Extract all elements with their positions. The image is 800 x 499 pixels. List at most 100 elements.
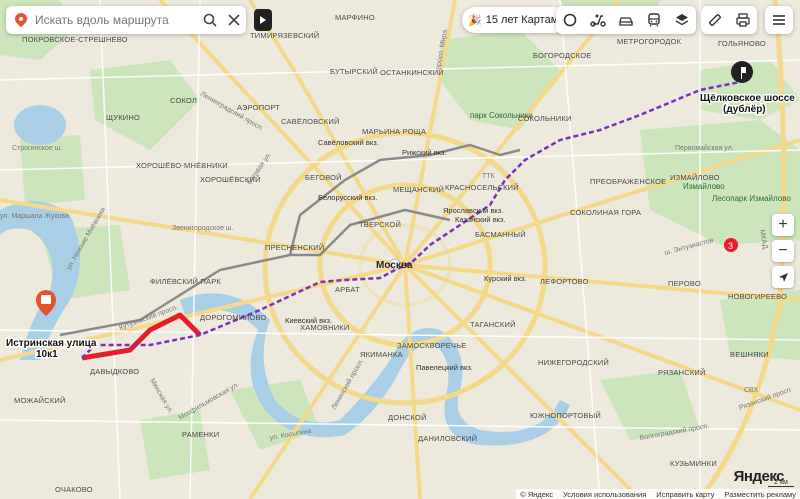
svg-text:ПОКРОВСКОЕ-СТРЕШНЕВО: ПОКРОВСКОЕ-СТРЕШНЕВО (22, 35, 128, 44)
svg-text:ДОНСКОЙ: ДОНСКОЙ (388, 413, 427, 422)
svg-text:Измайлово: Измайлово (683, 182, 725, 191)
tools-toolbar (701, 6, 757, 34)
svg-text:ГОЛЬЯНОВО: ГОЛЬЯНОВО (718, 39, 766, 48)
search-icon[interactable] (198, 8, 222, 32)
svg-text:РАМЕНКИ: РАМЕНКИ (182, 430, 219, 439)
end-marker[interactable] (731, 61, 753, 83)
svg-text:ДАВЫДКОВО: ДАВЫДКОВО (90, 367, 139, 376)
svg-text:СВХ: СВХ (744, 387, 758, 394)
map-canvas[interactable]: ПОКРОВСКОЕ-СТРЕШНЕВО ТИМИРЯЗЕВСКИЙ МАРФИ… (0, 0, 800, 499)
svg-text:ТАГАНСКИЙ: ТАГАНСКИЙ (470, 320, 516, 329)
svg-text:ТИМИРЯЗЕВСКИЙ: ТИМИРЯЗЕВСКИЙ (250, 31, 319, 40)
svg-text:МАРФИНО: МАРФИНО (335, 13, 375, 22)
svg-text:Ярославский вкз.: Ярославский вкз. (443, 206, 503, 215)
svg-text:РЯЗАНСКИЙ: РЯЗАНСКИЙ (658, 368, 706, 377)
svg-text:ИЗМАЙЛОВО: ИЗМАЙЛОВО (670, 173, 720, 182)
svg-text:АРБАТ: АРБАТ (335, 285, 360, 294)
svg-text:ЩУКИНО: ЩУКИНО (106, 113, 140, 122)
search-placeholder[interactable]: Искать вдоль маршрута (35, 13, 198, 27)
svg-text:ЮЖНОПОРТОВЫЙ: ЮЖНОПОРТОВЫЙ (530, 411, 601, 420)
terms-link[interactable]: Условия использования (563, 490, 646, 499)
ruler-icon[interactable] (701, 6, 729, 34)
location-arrow-icon (778, 272, 788, 282)
svg-text:ЛЕФОРТОВО: ЛЕФОРТОВО (540, 277, 589, 286)
svg-text:Белорусский вкз.: Белорусский вкз. (318, 193, 377, 202)
svg-text:КРАСНОСЕЛЬСКИЙ: КРАСНОСЕЛЬСКИЙ (445, 183, 519, 192)
zoom-in-button[interactable]: + (772, 214, 794, 236)
map-footer: © Яндекс Условия использования Исправить… (516, 489, 800, 499)
svg-text:3: 3 (728, 241, 733, 251)
svg-text:ЗАМОСКВОРЕЧЬЕ: ЗАМОСКВОРЕЧЬЕ (397, 341, 467, 350)
svg-text:Звенигородское ш.: Звенигородское ш. (172, 225, 234, 232)
svg-text:МЕТРОГОРОДОК: МЕТРОГОРОДОК (617, 37, 682, 46)
svg-text:ФИЛЁВСКИЙ ПАРК: ФИЛЁВСКИЙ ПАРК (150, 277, 221, 286)
party-icon: 🎉 (468, 14, 482, 27)
start-label-line1: Истринская улица (6, 338, 97, 349)
svg-text:Первомайская ул.: Первомайская ул. (675, 144, 734, 152)
svg-text:ул. Маршала Жукова: ул. Маршала Жукова (0, 213, 69, 220)
svg-text:ПРЕСНЕНСКИЙ: ПРЕСНЕНСКИЙ (265, 243, 324, 252)
svg-text:СОКОЛ: СОКОЛ (170, 96, 197, 105)
menu-icon[interactable] (765, 6, 793, 34)
svg-text:Павелецкий вкз.: Павелецкий вкз. (416, 363, 473, 372)
svg-text:ХОРОШЁВО-МНЁВНИКИ: ХОРОШЁВО-МНЁВНИКИ (136, 161, 228, 170)
svg-text:ПРЕОБРАЖЕНСКОЕ: ПРЕОБРАЖЕНСКОЕ (590, 177, 666, 186)
collapse-panel-button[interactable] (254, 9, 272, 31)
copyright-text: © Яндекс (520, 489, 554, 499)
map-scale: 2 км (768, 479, 794, 487)
svg-text:БУТЫРСКИЙ: БУТЫРСКИЙ (330, 67, 378, 76)
play-icon (260, 16, 266, 24)
close-icon[interactable] (222, 8, 246, 32)
svg-text:МОЖАЙСКИЙ: МОЖАЙСКИЙ (14, 396, 66, 405)
svg-text:АЭРОПОРТ: АЭРОПОРТ (237, 103, 280, 112)
my-location-button[interactable] (772, 266, 794, 288)
carsharing-layer-icon[interactable] (612, 6, 640, 34)
metro-badge: 3 (724, 238, 738, 252)
svg-text:ПЕРОВО: ПЕРОВО (668, 279, 701, 288)
svg-text:ОЧАКОВО: ОЧАКОВО (55, 485, 93, 494)
svg-text:ВЕШНЯКИ: ВЕШНЯКИ (730, 350, 769, 359)
print-icon[interactable] (729, 6, 757, 34)
svg-text:БОГОРОДСКОЕ: БОГОРОДСКОЕ (533, 51, 591, 60)
svg-text:БАСМАННЫЙ: БАСМАННЫЙ (475, 230, 526, 239)
svg-text:ТТК: ТТК (482, 173, 496, 180)
transit-layer-icon[interactable] (640, 6, 668, 34)
layers-toolbar (556, 6, 696, 34)
svg-text:Киевский вкз.: Киевский вкз. (285, 316, 332, 325)
svg-text:ДАНИЛОВСКИЙ: ДАНИЛОВСКИЙ (418, 434, 477, 443)
traffic-layer-icon[interactable] (556, 6, 584, 34)
svg-text:Рижский вкз.: Рижский вкз. (402, 148, 447, 157)
fix-map-link[interactable]: Исправить карту (656, 490, 714, 499)
svg-text:МЕЩАНСКИЙ: МЕЩАНСКИЙ (393, 185, 444, 194)
svg-text:САВЁЛОВСКИЙ: САВЁЛОВСКИЙ (281, 117, 340, 126)
layers-icon[interactable] (668, 6, 696, 34)
svg-text:ТВЕРСКОЙ: ТВЕРСКОЙ (359, 220, 401, 229)
svg-text:ДОРОГОМИЛОВО: ДОРОГОМИЛОВО (200, 313, 266, 322)
svg-text:ЯКИМАНКА: ЯКИМАНКА (360, 350, 403, 359)
minus-icon: − (778, 242, 788, 259)
svg-text:парк Сокольники: парк Сокольники (470, 111, 533, 120)
promo-label: 15 лет Картам (485, 14, 559, 26)
location-pin-icon (15, 13, 27, 27)
svg-text:НОВОГИРЕЕВО: НОВОГИРЕЕВО (728, 292, 787, 301)
svg-text:БЕГОВОЙ: БЕГОВОЙ (305, 173, 342, 182)
svg-text:Курский вкз.: Курский вкз. (484, 274, 527, 283)
svg-text:Строгинское ш.: Строгинское ш. (12, 145, 62, 152)
promo-button[interactable]: 🎉 15 лет Картам (462, 7, 568, 33)
svg-text:НИЖЕГОРОДСКИЙ: НИЖЕГОРОДСКИЙ (538, 358, 609, 367)
svg-text:МАРЬИНА РОЩА: МАРЬИНА РОЩА (362, 127, 426, 136)
zoom-out-button[interactable]: − (772, 240, 794, 262)
svg-text:Савёловский вкз.: Савёловский вкз. (318, 138, 379, 147)
end-label-line2: (дублёр) (723, 103, 766, 115)
route-search-bar[interactable]: Искать вдоль маршрута (6, 6, 246, 34)
menu-toolbar (765, 6, 793, 34)
svg-text:Лесопарк Измайлово: Лесопарк Измайлово (712, 194, 791, 203)
plus-icon: + (778, 216, 788, 233)
svg-text:Казанский вкз.: Казанский вкз. (455, 215, 506, 224)
svg-text:КУЗЬМИНКИ: КУЗЬМИНКИ (670, 459, 717, 468)
ads-link[interactable]: Разместить рекламу (724, 490, 796, 499)
svg-text:СОКОЛИНАЯ ГОРА: СОКОЛИНАЯ ГОРА (570, 208, 641, 217)
end-label-line1: Щёлковское шоссе (700, 93, 795, 104)
scooter-layer-icon[interactable] (584, 6, 612, 34)
start-label-line2: 10к1 (36, 349, 58, 360)
